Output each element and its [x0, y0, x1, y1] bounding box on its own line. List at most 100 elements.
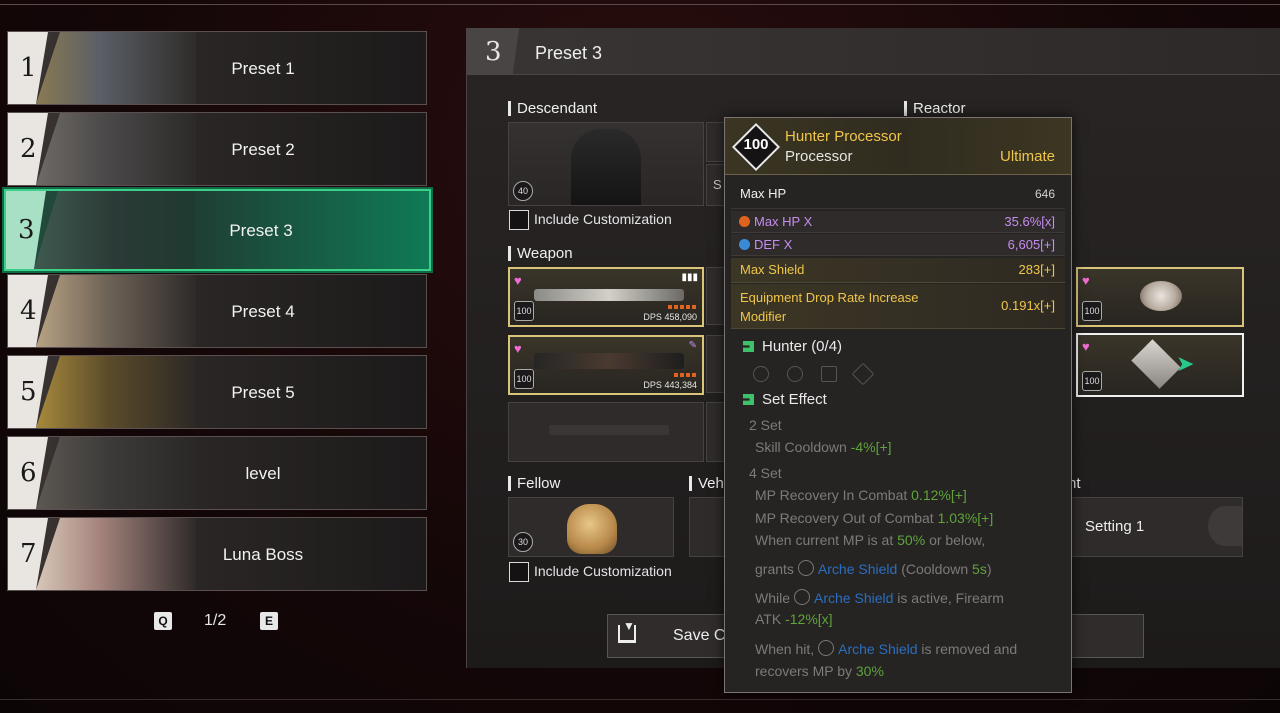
slot-letter: S — [713, 177, 722, 192]
item-type: Processor — [785, 148, 853, 165]
fellow-slot[interactable]: 30 — [508, 497, 674, 557]
component-icon — [1140, 281, 1182, 311]
rifle-icon — [534, 353, 684, 369]
vehicle-slot[interactable] — [689, 497, 727, 557]
setting-slot[interactable]: Setting 1 — [1070, 497, 1243, 557]
download-icon: ▼ — [618, 619, 636, 643]
substat-row: Max HP X 35.6%[x] — [731, 211, 1065, 233]
set-4-line: MP Recovery Out of Combat 1.03%[+] — [755, 510, 994, 526]
preset-row-1[interactable]: 1 Preset 1 — [7, 31, 427, 105]
weapon-slot-2[interactable]: ♥ ✎ 100 DPS 443,384 — [508, 335, 704, 395]
preset-row-5[interactable]: 5 Preset 5 — [7, 355, 427, 429]
set-4-line: When hit, Arche Shield is removed and — [755, 640, 1018, 657]
include-customization-checkbox[interactable] — [509, 210, 529, 230]
fellow-include-customization-checkbox[interactable] — [509, 562, 529, 582]
descendant-portrait — [36, 275, 196, 347]
preset-row-4[interactable]: 4 Preset 4 — [7, 274, 427, 348]
level-badge: 100 — [1082, 301, 1102, 321]
preset-name: Preset 1 — [231, 59, 295, 78]
descendant-portrait — [36, 356, 196, 428]
component-slot-1[interactable]: ♥ 100 — [1076, 267, 1244, 327]
level-badge: 100 — [514, 301, 534, 321]
set-piece-icon — [821, 366, 837, 382]
level-badge: 40 — [513, 181, 533, 201]
fellow-section-label: Fellow — [508, 476, 560, 491]
set-piece-icon — [753, 366, 769, 382]
ammo-type-icon: ✎ — [688, 340, 697, 351]
pagination: Q 1/2 E — [152, 612, 282, 630]
set-4-line: grants Arche Shield (Cooldown 5s) — [755, 560, 992, 577]
dog-portrait — [567, 504, 617, 554]
ammo-type-icon: ▮▮▮ — [681, 272, 698, 283]
setting-emblem-icon — [1208, 506, 1242, 546]
descendant-portrait — [34, 191, 194, 269]
descendant-section-label: Descendant — [508, 101, 597, 116]
preset-name: Preset 4 — [231, 302, 295, 321]
preset-row-2[interactable]: 2 Preset 2 — [7, 112, 427, 186]
set-icon — [743, 341, 754, 352]
fellow-include-customization-label: Include Customization — [534, 563, 672, 579]
favorite-heart-icon: ♥ — [514, 341, 522, 356]
set-2-effect: Skill Cooldown -4%[+] — [755, 439, 892, 455]
arche-shield-icon — [797, 560, 814, 576]
set-4-line: While Arche Shield is active, Firearm — [755, 589, 1004, 606]
preset-name: Preset 3 — [229, 221, 293, 240]
set-name: Hunter (0/4) — [743, 338, 842, 355]
set-4-title: 4 Set — [749, 465, 782, 481]
prev-page-key[interactable]: Q — [154, 612, 172, 630]
empty-weapon-icon — [549, 425, 669, 435]
gold-stat-row: Equipment Drop Rate Increase Modifier 0.… — [731, 284, 1065, 329]
next-page-key[interactable]: E — [260, 612, 278, 630]
top-divider — [0, 4, 1280, 5]
preset-row-6[interactable]: 6 level — [7, 436, 427, 510]
set-piece-icon — [787, 366, 803, 382]
component-slot-2[interactable]: ♥ ➤ 100 — [1076, 333, 1244, 397]
favorite-heart-icon: ♥ — [1082, 273, 1090, 288]
substat-row: DEF X 6,605[+] — [731, 234, 1065, 256]
processor-icon — [1131, 339, 1181, 389]
include-customization-label: Include Customization — [534, 211, 672, 227]
descendant-figure — [571, 129, 641, 205]
save-label: Save C — [673, 627, 726, 644]
tooltip-header: 100 Hunter Processor Processor Ultimate — [725, 118, 1071, 175]
base-stat-row: Max HP 646 — [731, 180, 1065, 209]
set-pieces — [749, 362, 875, 386]
preset-name: Preset 5 — [231, 383, 295, 402]
preset-row-3[interactable]: 3 Preset 3 — [4, 189, 431, 271]
descendant-slot[interactable]: 40 — [508, 122, 704, 206]
weapon-slot-3[interactable] — [508, 402, 704, 462]
preset-row-7[interactable]: 7 Luna Boss — [7, 517, 427, 591]
favorite-heart-icon: ♥ — [1082, 339, 1090, 354]
reactor-section-label: Reactor — [904, 101, 966, 116]
rank-dots — [668, 305, 696, 309]
panel-number: 3 — [467, 28, 519, 74]
item-level: 100 — [743, 136, 769, 153]
panel-title: Preset 3 — [535, 43, 603, 63]
dps-readout: DPS 458,090 — [643, 312, 697, 322]
descendant-portrait — [36, 32, 196, 104]
panel-header: 3 Preset 3 — [467, 28, 1280, 75]
vehicle-section-label: Vehi — [689, 476, 727, 491]
set-4-line: When current MP is at 50% or below, — [755, 532, 986, 548]
arche-shield-icon — [794, 589, 811, 605]
weapon-section-label: Weapon — [508, 246, 573, 261]
set-4-line: recovers MP by 30% — [755, 663, 884, 679]
preset-name: Luna Boss — [222, 545, 304, 564]
cursor-icon: ➤ — [1176, 351, 1195, 376]
preset-name: level — [245, 464, 281, 483]
rank-dots — [674, 373, 696, 377]
item-name: Hunter Processor — [785, 128, 902, 145]
descendant-portrait — [36, 113, 196, 185]
arche-shield-icon — [818, 640, 835, 656]
bottom-divider — [0, 699, 1280, 700]
level-badge: 100 — [514, 369, 534, 389]
item-tier: Ultimate — [999, 148, 1055, 165]
set-4-line: MP Recovery In Combat 0.12%[+] — [755, 487, 967, 503]
preset-name: Preset 2 — [231, 140, 295, 159]
page-indicator: 1/2 — [204, 612, 227, 629]
dps-readout: DPS 443,384 — [643, 380, 697, 390]
weapon-slot-1[interactable]: ♥ ▮▮▮ 100 DPS 458,090 — [508, 267, 704, 327]
set-2-title: 2 Set — [749, 417, 782, 433]
setting-label: Setting 1 — [1085, 518, 1145, 535]
gold-stat-row: Max Shield 283[+] — [731, 258, 1065, 283]
